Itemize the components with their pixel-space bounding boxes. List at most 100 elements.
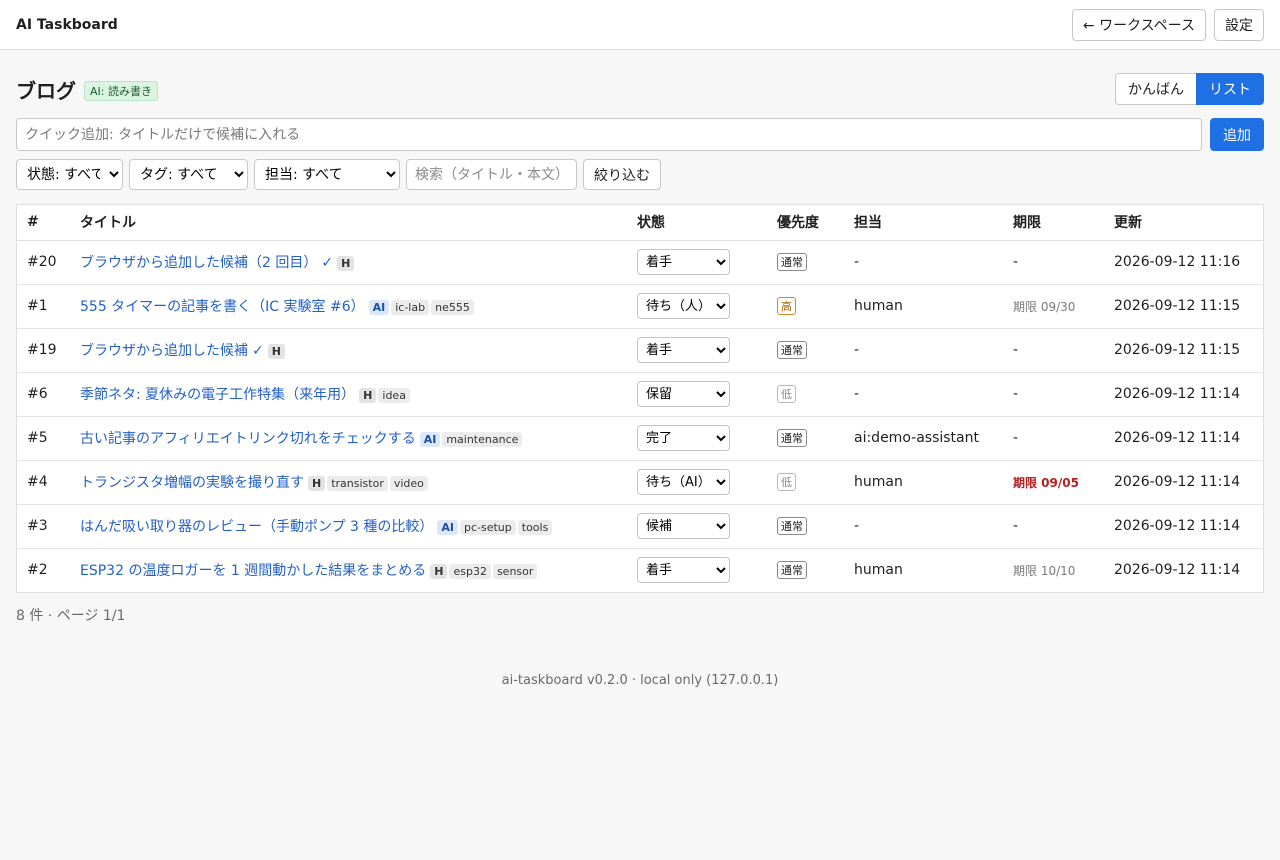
column-header-updated[interactable]: 更新 — [1104, 205, 1263, 241]
owner-filter-select[interactable]: 担当: すべて — [254, 159, 400, 190]
tag-filter-select[interactable]: タグ: すべて — [129, 159, 248, 190]
table-row[interactable]: #20 ブラウザから追加した候補（2 回目） ✓ H 着手 通常 - -2026-09-12 … — [17, 240, 1263, 285]
tag-chip[interactable]: sensor — [492, 563, 538, 579]
view-toggle: かんばん リスト — [1115, 73, 1264, 105]
tag-chip[interactable]: pc-setup — [460, 519, 516, 535]
tag-chip[interactable]: idea — [378, 387, 410, 403]
tag-chip[interactable]: video — [389, 475, 428, 491]
ai-owner-badge: AI — [437, 519, 458, 535]
top-bar: AI Taskboard ← ワークスペース 設定 — [0, 0, 1280, 50]
task-number: #6 — [17, 372, 70, 417]
column-header-status[interactable]: 状態 — [627, 205, 767, 241]
list-view-button[interactable]: リスト — [1196, 73, 1264, 105]
due-date: - — [1013, 518, 1019, 534]
task-priority-cell: 通常 — [767, 548, 844, 592]
back-to-workspace-button[interactable]: ← ワークスペース — [1071, 8, 1206, 41]
table-row[interactable]: #4 トランジスタ増幅の実験を撮り直す Htransistor video 待ち（AI）… — [17, 460, 1263, 505]
task-title-cell: トランジスタ増幅の実験を撮り直す Htransistor video — [70, 460, 627, 505]
status-select[interactable]: 着手 — [637, 557, 730, 584]
tag-chip[interactable]: tools — [517, 519, 553, 535]
task-priority-cell: 通常 — [767, 328, 844, 373]
add-button[interactable]: 追加 — [1210, 118, 1264, 151]
task-title-cell: 季節ネタ: 夏休みの電子工作特集（来年用） Hidea — [70, 372, 627, 417]
priority-badge: 通常 — [777, 561, 807, 580]
table-row[interactable]: #3 はんだ吸い取り器のレビュー（手動ポンプ 3 種の比較） AI pc-setup t… — [17, 504, 1263, 549]
page-title-group: ブログ AI: 読み書き — [16, 75, 158, 104]
column-header-due[interactable]: 期限 — [1003, 205, 1104, 241]
due-date: 期限 10/10 — [1013, 563, 1076, 578]
task-status-cell: 着手 — [627, 328, 767, 373]
task-title-link[interactable]: 555 タイマーの記事を書く（IC 実験室 #6） — [80, 299, 365, 315]
tag-chip[interactable]: ne555 — [431, 299, 474, 315]
task-due-cell: - — [1003, 504, 1104, 549]
task-due-cell: 期限 09/30 — [1003, 284, 1104, 329]
priority-badge: 通常 — [777, 341, 807, 359]
status-filter-select[interactable]: 状態: すべて — [16, 159, 123, 190]
task-title-link[interactable]: はんだ吸い取り器のレビュー（手動ポンプ 3 種の比較） — [80, 519, 433, 535]
task-number: #2 — [27, 562, 48, 579]
task-updated: 2026-09-12 11:14 — [1104, 504, 1263, 549]
table-row[interactable]: #2 ESP32 の温度ロガーを 1 週間動かした結果をまとめる Hesp32 sen… — [17, 548, 1263, 592]
due-date: 期限 09/30 — [1013, 299, 1076, 314]
task-title-link[interactable]: ブラウザから追加した候補 — [80, 343, 248, 359]
task-table: # タイトル 状態 優先度 担当 期限 更新 #20 ブラウザから追加した候補（2… — [16, 204, 1264, 593]
task-owner: human — [844, 460, 1003, 505]
column-header-title[interactable]: タイトル — [70, 205, 627, 241]
human-owner-badge: H — [267, 343, 285, 359]
table-row[interactable]: #6 季節ネタ: 夏休みの電子工作特集（来年用） Hidea 保留低 - -2026-09… — [17, 372, 1263, 417]
task-title-link[interactable]: ブラウザから追加した候補（2 回目） — [80, 255, 317, 271]
check-icon: ✓ — [252, 343, 264, 359]
task-owner: human — [844, 284, 1003, 329]
task-priority-cell: 高 — [767, 284, 844, 329]
column-header-priority[interactable]: 優先度 — [767, 205, 844, 241]
task-status-cell: 着手 — [627, 548, 767, 592]
tag-chip[interactable]: esp32 — [449, 563, 491, 579]
task-due-cell: 期限 09/05 — [1003, 460, 1104, 505]
priority-badge: 高 — [777, 297, 796, 315]
task-title-cell: はんだ吸い取り器のレビュー（手動ポンプ 3 種の比較） AI pc-setup too… — [70, 504, 627, 549]
status-select[interactable]: 待ち（AI） — [637, 469, 730, 495]
column-header-num[interactable]: # — [17, 205, 70, 241]
table-row[interactable]: #1 555 タイマーの記事を書く（IC 実験室 #6） AI ic-lab ne555… — [17, 284, 1263, 329]
task-due-cell: - — [1003, 328, 1104, 373]
task-title-link[interactable]: ESP32 の温度ロガーを 1 週間動かした結果をまとめる — [80, 563, 426, 579]
due-date: - — [1013, 254, 1019, 270]
tag-chip[interactable]: transistor — [327, 475, 388, 491]
tag-chip[interactable]: maintenance — [442, 431, 523, 447]
kanban-view-button[interactable]: かんばん — [1115, 73, 1196, 105]
task-due-cell: - — [1003, 416, 1104, 461]
due-date: - — [1013, 430, 1019, 446]
apply-filter-button[interactable]: 絞り込む — [583, 159, 661, 190]
task-updated: 2026-09-12 11:16 — [1104, 240, 1263, 285]
task-owner: - — [844, 240, 1003, 285]
topbar-actions: ← ワークスペース 設定 — [1071, 8, 1264, 41]
status-select[interactable]: 完了 — [637, 425, 730, 451]
task-due-cell: - — [1003, 240, 1104, 285]
quick-add-row: 追加 — [16, 118, 1264, 151]
search-input[interactable] — [406, 159, 577, 190]
status-select[interactable]: 着手 — [637, 337, 730, 363]
table-row[interactable]: #5 古い記事のアフィリエイトリンク切れをチェックする AI maintenance 完… — [17, 416, 1263, 461]
human-owner-badge: H — [337, 255, 355, 271]
task-updated: 2026-09-12 11:14 — [1104, 372, 1263, 417]
task-priority-cell: 通常 — [767, 504, 844, 549]
task-title-link[interactable]: 季節ネタ: 夏休みの電子工作特集（来年用） — [80, 387, 355, 403]
status-select[interactable]: 待ち（人） — [637, 293, 730, 319]
settings-button[interactable]: 設定 — [1214, 8, 1264, 41]
status-select[interactable]: 保留 — [637, 381, 730, 407]
status-select[interactable]: 候補 — [637, 513, 730, 539]
quick-add-input[interactable] — [16, 118, 1202, 151]
tag-chip[interactable]: ic-lab — [391, 299, 430, 315]
priority-badge: 通常 — [777, 429, 807, 447]
table-row[interactable]: #19 ブラウザから追加した候補 ✓ H 着手 通常 - -2026-09-12 11:15 — [17, 328, 1263, 373]
page-header: ブログ AI: 読み書き かんばん リスト — [16, 70, 1264, 108]
task-status-cell: 保留 — [627, 372, 767, 417]
task-title-link[interactable]: 古い記事のアフィリエイトリンク切れをチェックする — [80, 431, 416, 447]
column-header-owner[interactable]: 担当 — [844, 205, 1003, 241]
task-title-link[interactable]: トランジスタ増幅の実験を撮り直す — [80, 475, 304, 491]
status-select[interactable]: 着手 — [637, 249, 730, 275]
task-updated: 2026-09-12 11:15 — [1104, 328, 1263, 373]
task-priority-cell: 低 — [767, 372, 844, 417]
task-priority-cell: 通常 — [767, 240, 844, 285]
footer: ai-taskboard v0.2.0 · local only (127.0.… — [501, 673, 779, 688]
